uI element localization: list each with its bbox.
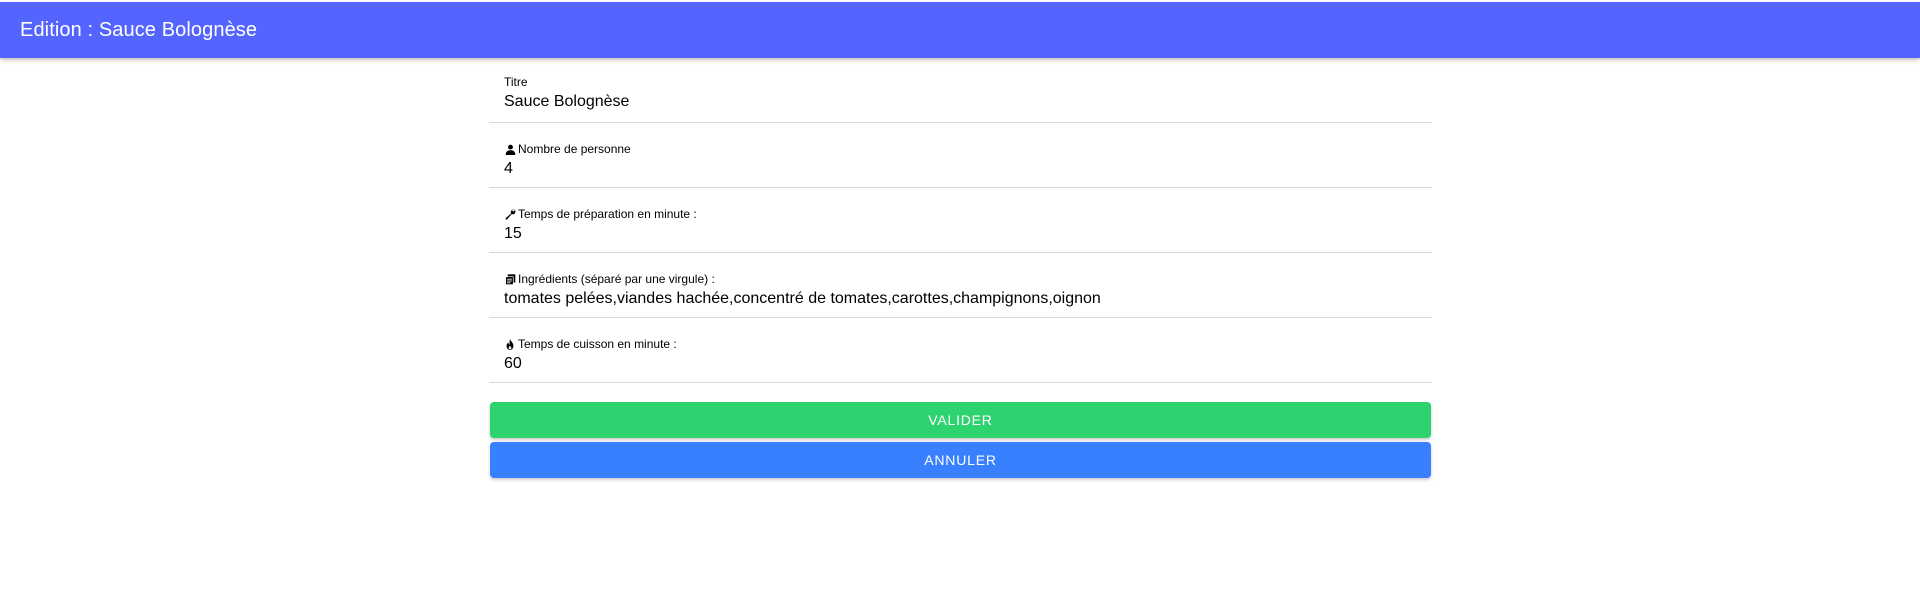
title-field-label-text: Titre bbox=[504, 75, 528, 89]
cook-time-field-label-text: Temps de cuisson en minute : bbox=[518, 337, 677, 351]
cook-time-field-item: Temps de cuisson en minute : bbox=[489, 318, 1432, 383]
prep-time-field-label: Temps de préparation en minute : bbox=[504, 207, 697, 221]
servings-field-label-text: Nombre de personne bbox=[518, 142, 631, 156]
servings-input[interactable] bbox=[504, 158, 1414, 180]
wrench-icon bbox=[504, 208, 516, 220]
ingredients-field-label: Ingrédients (séparé par une virgule) : bbox=[504, 272, 715, 286]
title-input[interactable] bbox=[504, 91, 1414, 113]
prep-time-field-label-text: Temps de préparation en minute : bbox=[518, 207, 697, 221]
page-title: Edition : Sauce Bolognèse bbox=[20, 18, 258, 41]
app-header: Edition : Sauce Bolognèse bbox=[0, 2, 1920, 58]
receipt-icon bbox=[504, 273, 516, 285]
recipe-edit-form: Titre Nombre de personne Temps de prépar… bbox=[489, 58, 1432, 383]
cook-time-input[interactable] bbox=[504, 353, 1414, 375]
title-field-item: Titre bbox=[489, 58, 1432, 123]
cancel-button[interactable]: Annuler bbox=[490, 442, 1431, 478]
ingredients-input[interactable] bbox=[504, 288, 1414, 310]
person-icon bbox=[504, 143, 516, 155]
validate-button[interactable]: Valider bbox=[490, 402, 1431, 438]
servings-field-label: Nombre de personne bbox=[504, 142, 631, 156]
ingredients-field-label-text: Ingrédients (séparé par une virgule) : bbox=[518, 272, 715, 286]
cook-time-field-label: Temps de cuisson en minute : bbox=[504, 337, 677, 351]
title-field-label: Titre bbox=[504, 75, 528, 89]
flame-icon bbox=[504, 338, 516, 350]
ingredients-field-item: Ingrédients (séparé par une virgule) : bbox=[489, 253, 1432, 318]
prep-time-input[interactable] bbox=[504, 223, 1414, 245]
servings-field-item: Nombre de personne bbox=[489, 123, 1432, 188]
prep-time-field-item: Temps de préparation en minute : bbox=[489, 188, 1432, 253]
